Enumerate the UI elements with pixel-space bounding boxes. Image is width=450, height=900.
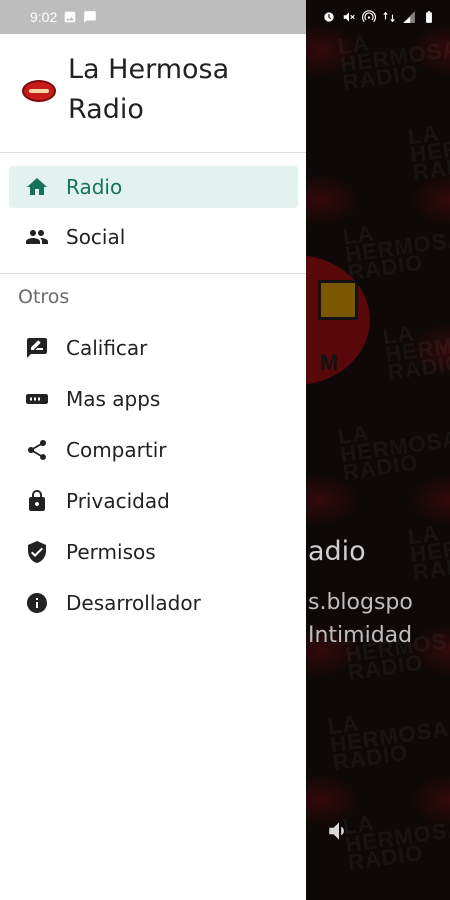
- station-subtitle-2: Intimidad: [308, 623, 413, 648]
- verified-shield-icon: [25, 540, 49, 564]
- message-notification-icon: [84, 11, 97, 23]
- battery-icon: [426, 11, 432, 23]
- station-title: adio: [308, 536, 366, 567]
- station-subtitle: s.blogspo: [308, 590, 413, 615]
- nav-item-mas-apps[interactable]: Mas apps: [9, 378, 298, 420]
- nav-item-permisos[interactable]: Permisos: [9, 531, 298, 573]
- hotspot-icon: [362, 10, 376, 23]
- nav-item-social[interactable]: Social: [9, 216, 298, 258]
- home-icon: [25, 175, 49, 199]
- lock-icon: [25, 489, 49, 513]
- app-name: La Hermosa Radio: [68, 54, 230, 125]
- nav-item-privacidad[interactable]: Privacidad: [9, 480, 298, 522]
- info-icon: [25, 591, 49, 615]
- nav-item-label: Compartir: [66, 438, 167, 462]
- mute-icon: [343, 12, 355, 22]
- share-icon: [25, 438, 49, 462]
- nav-item-label: Calificar: [66, 336, 148, 360]
- nav-item-calificar[interactable]: Calificar: [9, 327, 298, 369]
- app-logo-icon: [22, 80, 56, 102]
- navigation-drawer: La Hermosa Radio Radio Social Otros Cali…: [0, 0, 306, 900]
- drawer-header: La Hermosa Radio: [0, 34, 306, 152]
- data-icon: [383, 11, 395, 23]
- shop-icon: [25, 387, 49, 411]
- nav-item-compartir[interactable]: Compartir: [9, 429, 298, 471]
- nav-item-label: Radio: [66, 175, 123, 199]
- nav-item-label: Privacidad: [66, 489, 170, 513]
- alarm-icon: [324, 12, 334, 22]
- signal-icon: [403, 11, 415, 23]
- status-time: 9:02: [30, 9, 58, 25]
- rate-review-icon: [25, 336, 49, 360]
- nav-item-label: Permisos: [66, 540, 156, 564]
- nav-item-label: Mas apps: [66, 387, 161, 411]
- nav-item-label: Desarrollador: [66, 591, 201, 615]
- nav-item-desarrollador[interactable]: Desarrollador: [9, 582, 298, 624]
- divider: [0, 152, 306, 153]
- divider: [0, 273, 306, 274]
- nav-item-radio[interactable]: Radio: [9, 166, 298, 208]
- volume-icon[interactable]: [325, 818, 353, 844]
- image-notification-icon: [65, 11, 76, 23]
- people-icon: [25, 225, 49, 249]
- nav-item-label: Social: [66, 225, 126, 249]
- status-bar: 9:02: [0, 0, 450, 34]
- section-header-otros: Otros: [18, 286, 70, 308]
